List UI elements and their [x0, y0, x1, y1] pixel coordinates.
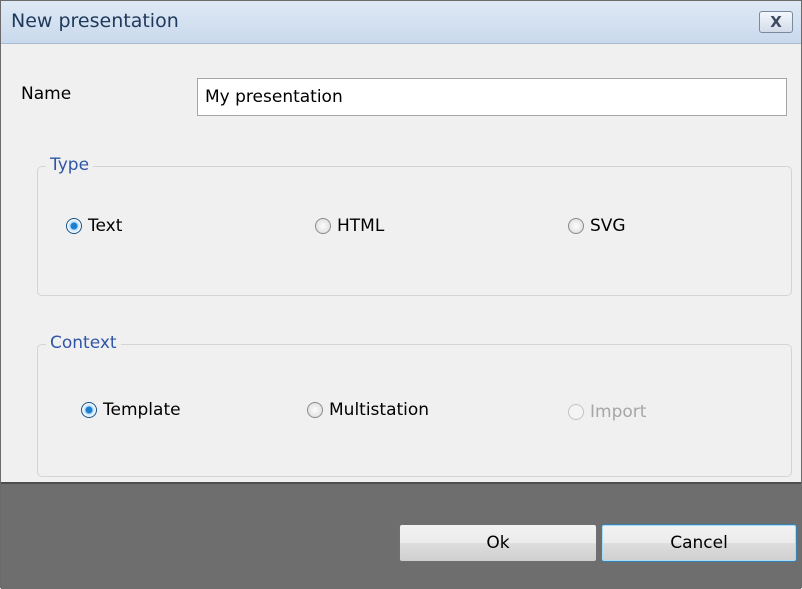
radio-type-html[interactable]: HTML: [315, 216, 384, 236]
type-group: Type Text HTML SVG: [37, 155, 792, 296]
radio-label: Text: [88, 216, 123, 236]
radio-context-import[interactable]: Import: [568, 402, 646, 422]
radio-button-icon: [568, 218, 584, 234]
radio-context-multistation[interactable]: Multistation: [307, 400, 429, 420]
close-icon: X: [770, 13, 782, 31]
button-bar: Ok Cancel: [1, 482, 801, 589]
window-title: New presentation: [11, 10, 179, 32]
radio-button-icon: [568, 404, 584, 420]
close-button[interactable]: X: [759, 11, 793, 33]
radio-label: Template: [103, 400, 181, 420]
ok-button[interactable]: Ok: [399, 524, 597, 562]
name-input[interactable]: [197, 78, 787, 116]
radio-label: Import: [590, 402, 647, 422]
context-legend: Context: [46, 333, 121, 353]
radio-button-icon: [66, 218, 82, 234]
radio-label: SVG: [590, 216, 626, 236]
radio-button-icon: [315, 218, 331, 234]
radio-context-template[interactable]: Template: [81, 400, 181, 420]
title-bar: New presentation X: [1, 1, 801, 44]
name-label: Name: [21, 84, 72, 104]
context-group: Context Template Multistation Import: [37, 333, 792, 477]
type-legend: Type: [46, 155, 94, 175]
cancel-button[interactable]: Cancel: [601, 524, 797, 562]
radio-button-icon: [307, 402, 323, 418]
radio-type-text[interactable]: Text: [66, 216, 122, 236]
radio-label: HTML: [337, 216, 385, 236]
radio-type-svg[interactable]: SVG: [568, 216, 626, 236]
radio-button-icon: [81, 402, 97, 418]
new-presentation-dialog: New presentation X Name Type Text HTML S…: [0, 0, 802, 589]
radio-label: Multistation: [329, 400, 430, 420]
